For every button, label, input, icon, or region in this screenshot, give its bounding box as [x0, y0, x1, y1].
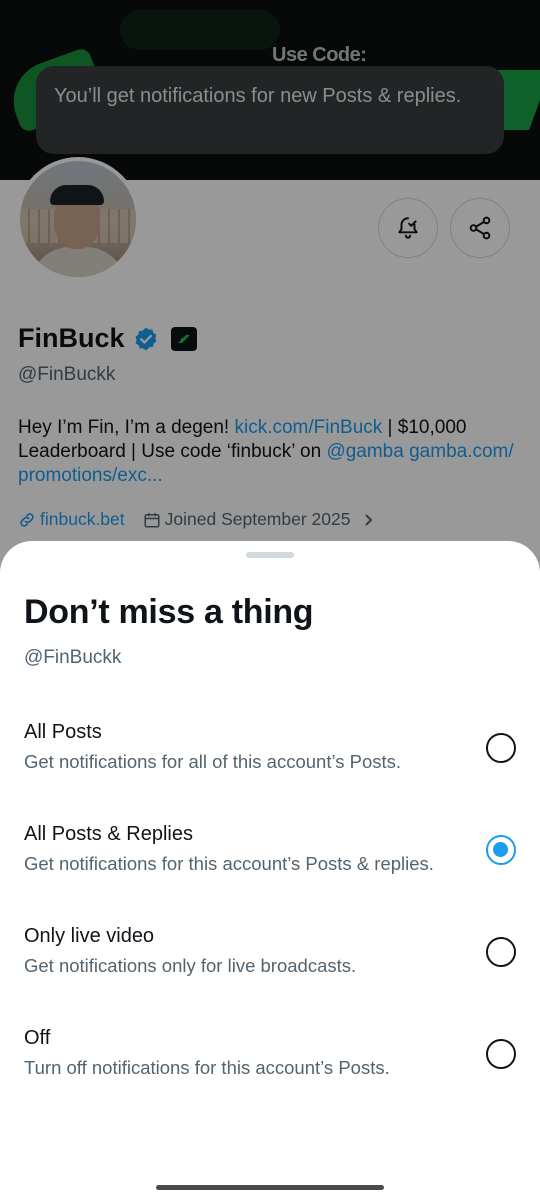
radio-all-posts[interactable]: [486, 733, 516, 763]
option-description: Turn off notifications for this account’…: [24, 1057, 390, 1078]
option-title: All Posts & Replies: [24, 823, 193, 845]
option-description: Get notifications only for live broadcas…: [24, 955, 357, 976]
notifications-sheet: Don’t miss a thing @FinBuckk All Posts G…: [0, 541, 540, 1200]
radio-only-live-video[interactable]: [486, 937, 516, 967]
option-title: All Posts: [24, 721, 102, 743]
option-title: Only live video: [24, 925, 155, 947]
sheet-handle: @FinBuckk: [24, 647, 122, 668]
option-description: Get notifications for all of this accoun…: [24, 751, 402, 772]
option-description: Get notifications for this account’s Pos…: [24, 853, 434, 874]
option-all-posts-replies[interactable]: All Posts & Replies Get notifications fo…: [0, 823, 540, 911]
home-indicator[interactable]: [156, 1185, 384, 1190]
sheet-grabber[interactable]: [246, 552, 294, 558]
option-off[interactable]: Off Turn off notifications for this acco…: [0, 1027, 540, 1115]
option-all-posts[interactable]: All Posts Get notifications for all of t…: [0, 721, 540, 809]
sheet-title: Don’t miss a thing: [24, 593, 314, 631]
radio-off[interactable]: [486, 1039, 516, 1069]
option-only-live-video[interactable]: Only live video Get notifications only f…: [0, 925, 540, 1013]
radio-all-posts-replies[interactable]: [486, 835, 516, 865]
option-title: Off: [24, 1027, 51, 1049]
